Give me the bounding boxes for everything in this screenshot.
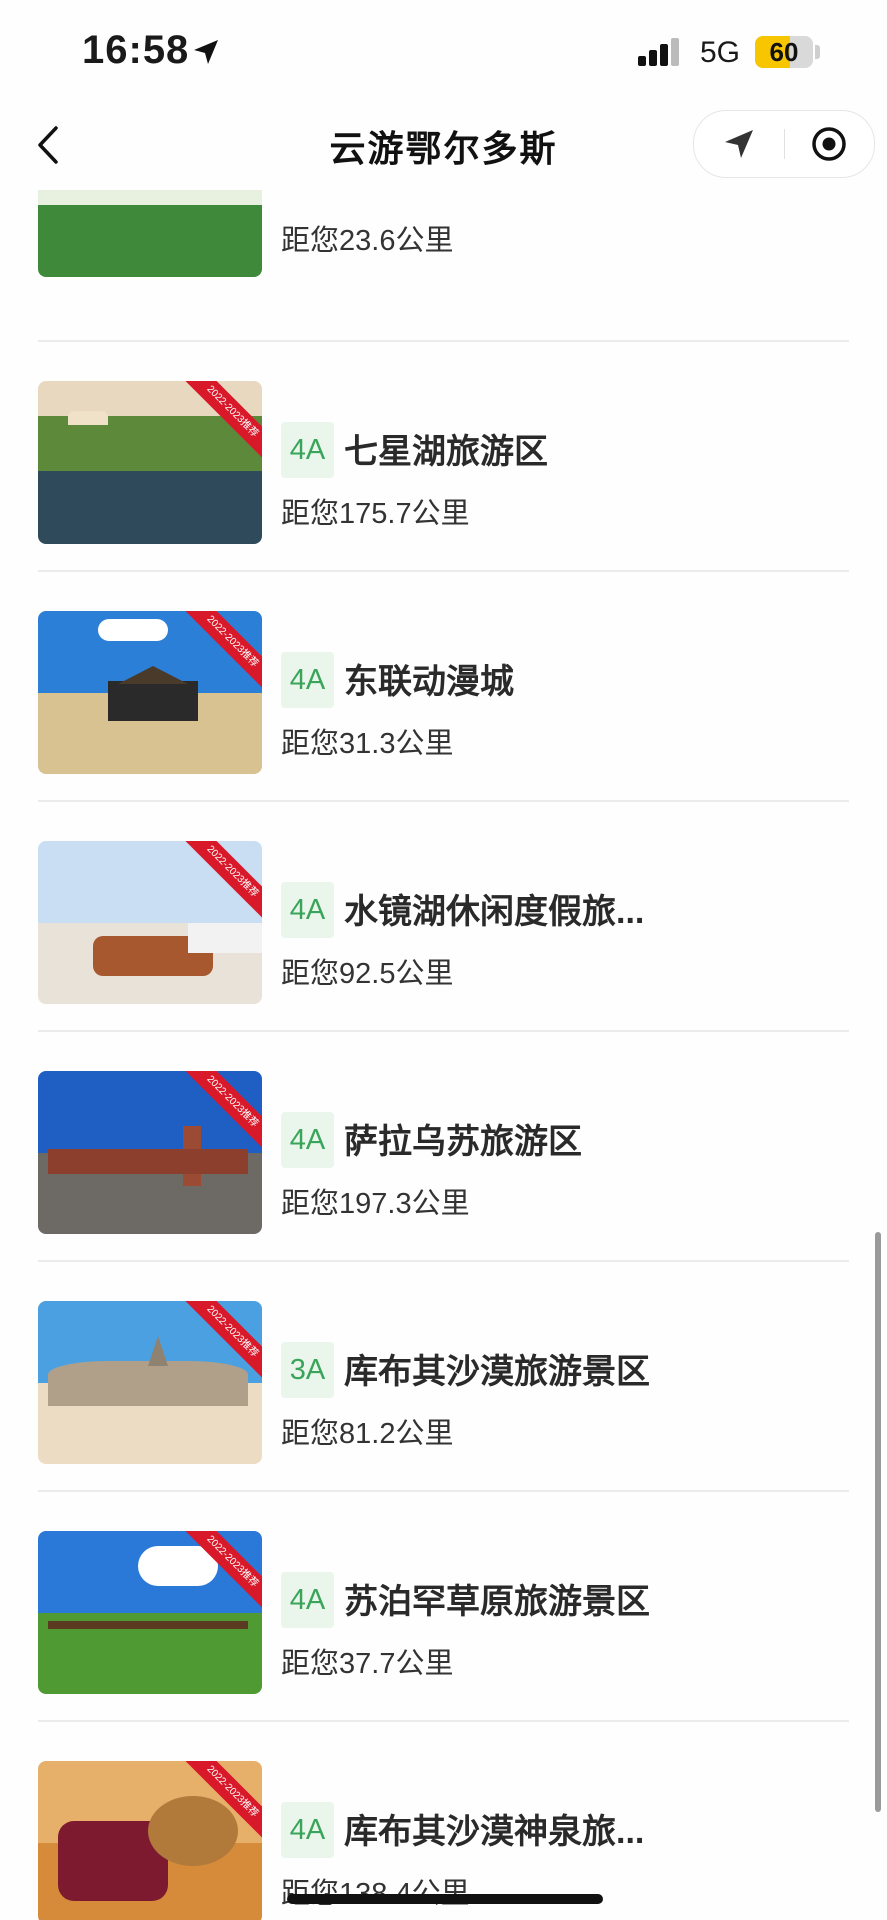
attraction-list[interactable]: 距您23.6公里 2022-2023推荐 4A 七星湖旅游区 距您175.7公里 2022… — [0, 190, 887, 1920]
list-item[interactable]: 2022-2023推荐 4A 东联动漫城距您31.3公里 — [0, 572, 887, 802]
list-item[interactable]: 2022-2023推荐 4A 库布其沙漠神泉旅... 距您138.4公里 — [0, 1722, 887, 1920]
attraction-name: 苏泊罕草原旅游景区 — [344, 1583, 650, 1621]
home-indicator[interactable] — [287, 1894, 603, 1904]
attraction-distance: 距您23.6公里 — [281, 225, 454, 257]
scrollbar[interactable] — [875, 1232, 881, 1812]
attraction-thumbnail: 2022-2023推荐 — [38, 1761, 262, 1920]
location-button[interactable] — [694, 111, 784, 177]
grade-badge: 4A — [281, 1572, 334, 1628]
list-item[interactable]: 2022-2023推荐 4A 苏泊罕草原旅游景区距您37.7公里 — [0, 1492, 887, 1722]
attraction-name: 萨拉乌苏旅游区 — [344, 1123, 582, 1161]
status-bar: 16:58 5G 60 — [0, 0, 887, 100]
attraction-thumbnail: 2022-2023推荐 — [38, 1531, 262, 1694]
grade-badge: 4A — [281, 882, 334, 938]
attraction-thumbnail: 2022-2023推荐 — [38, 611, 262, 774]
attraction-name: 东联动漫城 — [344, 663, 514, 701]
attraction-distance: 距您37.7公里 — [281, 1648, 454, 1680]
list-item[interactable]: 2022-2023推荐 4A 七星湖旅游区距您175.7公里 — [0, 342, 887, 572]
signal-icon — [638, 38, 679, 66]
list-item[interactable]: 2022-2023推荐 3A 库布其沙漠旅游景区距您81.2公里 — [0, 1262, 887, 1492]
status-time: 16:58 — [82, 28, 190, 72]
navigation-arrow-icon — [725, 130, 753, 158]
list-item[interactable]: 2022-2023推荐 4A 水镜湖休闲度假旅... 距您92.5公里 — [0, 802, 887, 1032]
battery-icon: 60 — [755, 36, 813, 68]
attraction-thumbnail — [38, 190, 262, 277]
attraction-thumbnail: 2022-2023推荐 — [38, 1301, 262, 1464]
grade-badge: 4A — [281, 1802, 334, 1858]
network-type: 5G — [700, 36, 741, 69]
list-item[interactable]: 距您23.6公里 — [0, 190, 887, 342]
attraction-distance: 距您81.2公里 — [281, 1418, 454, 1450]
target-icon — [812, 127, 846, 161]
attraction-distance: 距您175.7公里 — [281, 498, 470, 530]
location-services-icon — [194, 40, 218, 64]
grade-badge: 3A — [281, 1342, 334, 1398]
attraction-thumbnail: 2022-2023推荐 — [38, 841, 262, 1004]
grade-badge: 4A — [281, 1112, 334, 1168]
list-item[interactable]: 2022-2023推荐 4A 萨拉乌苏旅游区距您197.3公里 — [0, 1032, 887, 1262]
grade-badge: 4A — [281, 422, 334, 478]
attraction-distance: 距您138.4公里 — [281, 1870, 470, 1912]
attraction-name: 水镜湖休闲度假旅... — [344, 893, 645, 931]
attraction-name: 七星湖旅游区 — [344, 433, 548, 471]
attraction-distance: 距您31.3公里 — [281, 728, 454, 760]
grade-badge: 4A — [281, 652, 334, 708]
mini-program-capsule — [693, 110, 875, 178]
attraction-thumbnail: 2022-2023推荐 — [38, 1071, 262, 1234]
battery-level: 60 — [769, 37, 799, 67]
attraction-name: 库布其沙漠旅游景区 — [344, 1353, 650, 1391]
attraction-distance: 距您197.3公里 — [281, 1188, 470, 1220]
battery-nub — [815, 45, 820, 59]
attraction-name: 库布其沙漠神泉旅... — [344, 1813, 645, 1851]
attraction-thumbnail: 2022-2023推荐 — [38, 381, 262, 544]
close-mini-program-button[interactable] — [784, 111, 874, 177]
attraction-distance: 距您92.5公里 — [281, 958, 454, 990]
navigation-bar: 云游鄂尔多斯 — [0, 100, 887, 190]
